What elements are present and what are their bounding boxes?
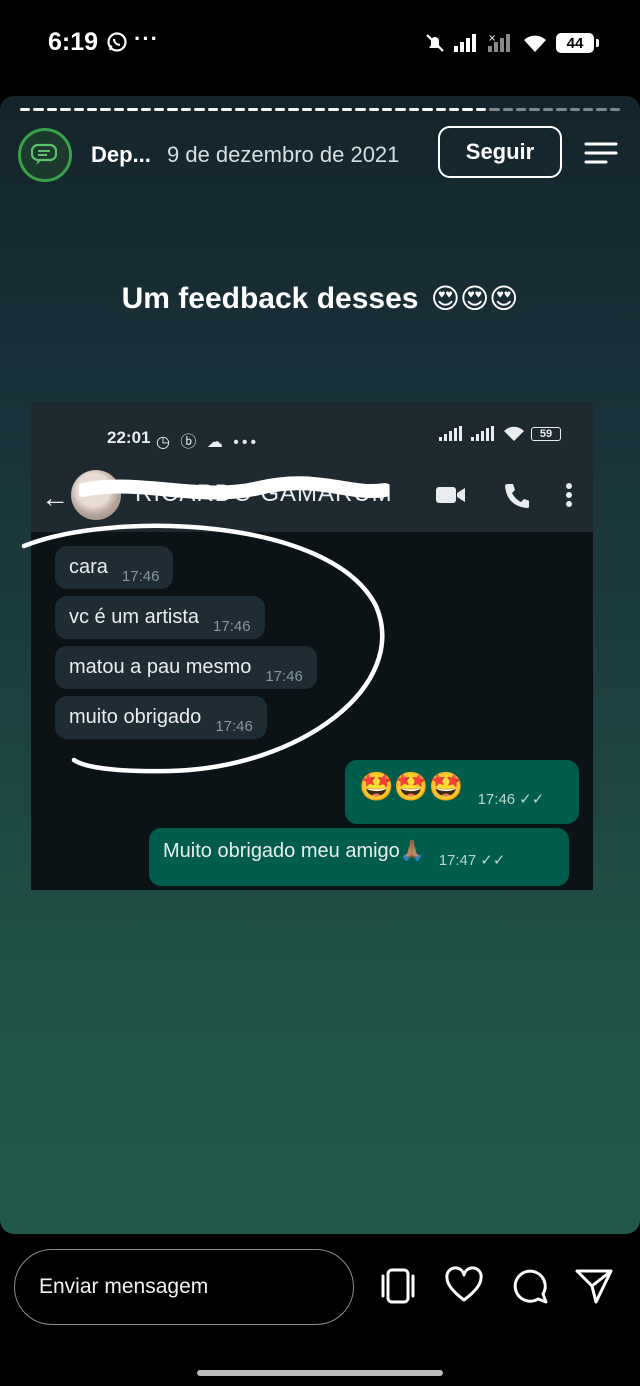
signal-no-service-icon: × [488, 33, 510, 52]
incoming-message: vc é um artista 17:46 [55, 596, 265, 639]
svg-text:×: × [488, 33, 496, 44]
wa-more-options-icon [566, 483, 572, 507]
message-time: 17:46 [265, 668, 303, 685]
message-time: 17:47 [438, 852, 477, 869]
author-name[interactable]: Dep... [91, 142, 151, 168]
wa-signal-icon [439, 426, 462, 441]
wifi-icon [524, 35, 546, 52]
incoming-message: muito obrigado 17:46 [55, 696, 267, 739]
wa-battery: 59 [531, 427, 561, 441]
read-receipt-icon: ✓✓ [480, 852, 506, 869]
outgoing-message: 🤩🤩🤩 17:46 ✓✓ [345, 760, 579, 824]
caption-text: Um feedback desses [121, 282, 419, 315]
post-date: 9 de dezembro de 2021 [167, 142, 400, 167]
more-notifications-icon: ··· [134, 26, 159, 51]
wa-system-icons: 59 [439, 426, 561, 442]
whatsapp-screenshot: 22:01 ◷ ⓑ ☁ ••• 59 ← RICARDO GAMARUM car… [31, 402, 593, 890]
mute-icon [426, 34, 444, 52]
author-avatar[interactable] [18, 128, 72, 182]
video-call-icon [436, 487, 465, 503]
comment-icon[interactable] [510, 1266, 550, 1306]
wa-chat-area: cara 17:46 vc é um artista 17:46 matou a p… [31, 532, 593, 890]
reply-bar [0, 1234, 640, 1386]
send-icon[interactable] [574, 1266, 614, 1306]
message-text: muito obrigado [69, 706, 202, 728]
battery-level: 44 [556, 33, 599, 53]
story-caption: Um feedback desses 😍😍😍 [0, 282, 640, 316]
message-text: 🤩🤩🤩 [359, 771, 464, 802]
caption-emoji: 😍😍😍 [430, 283, 519, 314]
message-time: 17:46 [121, 568, 160, 585]
message-text: Muito obrigado meu amigo🙏🏽 [163, 840, 425, 862]
message-input[interactable] [14, 1249, 354, 1325]
story-progress-bar [20, 108, 621, 111]
wa-status-icons: ◷ ⓑ ☁ ••• [156, 434, 260, 451]
incoming-message: matou a pau mesmo 17:46 [55, 646, 317, 689]
incoming-message: cara 17:46 [55, 546, 174, 589]
wa-chat-header: ← RICARDO GAMARUM [31, 464, 593, 532]
signal-icon [454, 34, 476, 52]
message-text: matou a pau mesmo [69, 656, 252, 678]
wa-status-time: 22:01 [107, 428, 151, 447]
chat-bubble-icon [30, 143, 58, 165]
share-story-icon[interactable] [378, 1266, 418, 1306]
read-receipt-icon: ✓✓ [519, 791, 545, 808]
phone-call-icon [505, 484, 529, 508]
wa-signal-icon-2 [471, 426, 494, 441]
follow-button[interactable]: Seguir [438, 126, 562, 178]
wa-back-arrow-icon: ← [41, 482, 69, 513]
wa-header-actions [435, 482, 573, 508]
story-card[interactable]: Dep... 9 de dezembro de 2021 Seguir Um f… [0, 96, 640, 1234]
outgoing-message: Muito obrigado meu amigo🙏🏽 17:47 ✓✓ [149, 828, 569, 886]
redaction-scribble [79, 476, 389, 500]
menu-icon[interactable] [584, 140, 618, 164]
whatsapp-notification-icon [106, 31, 128, 58]
heart-icon[interactable] [444, 1266, 484, 1306]
message-text: vc é um artista [69, 606, 200, 628]
status-time: 6:19 [48, 28, 99, 56]
wa-wifi-icon [504, 426, 524, 441]
story-header: Dep... 9 de dezembro de 2021 Seguir [18, 126, 622, 182]
home-indicator[interactable] [197, 1370, 443, 1376]
message-time: 17:46 [215, 718, 253, 735]
system-icons: × 44 [424, 30, 599, 56]
wa-status-bar: 22:01 ◷ ⓑ ☁ ••• 59 [31, 402, 593, 464]
message-time: 17:46 [477, 791, 516, 808]
message-time: 17:46 [213, 618, 251, 635]
message-text: cara [69, 556, 108, 578]
status-bar: 6:19 ··· × 44 [0, 0, 640, 96]
